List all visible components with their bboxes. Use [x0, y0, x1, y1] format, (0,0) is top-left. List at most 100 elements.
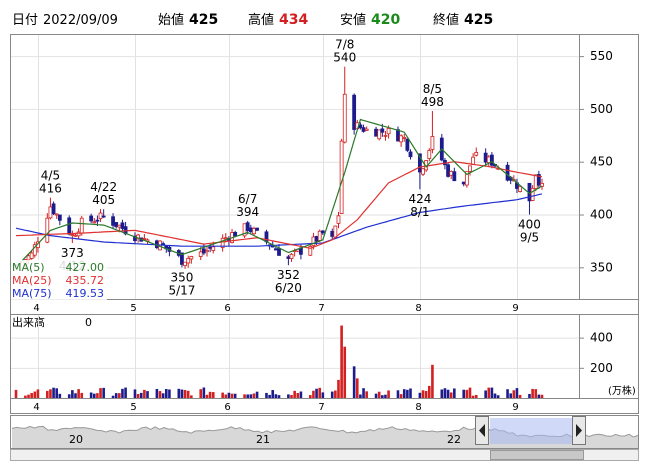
candle-body	[446, 164, 450, 177]
volume-bar	[96, 393, 99, 398]
volume-bar	[164, 389, 168, 398]
price-y-tick-label: 400	[590, 208, 613, 222]
price-panel	[10, 34, 639, 300]
volume-bar	[36, 389, 40, 398]
volume-bar	[71, 390, 74, 398]
volume-bar	[58, 393, 62, 398]
volume-bar	[121, 388, 124, 398]
volume-bar	[355, 378, 359, 398]
candle-body	[452, 171, 457, 182]
volume-bar	[114, 393, 118, 398]
volume-bar	[384, 394, 387, 398]
volume-x-tick-label: 8	[415, 402, 421, 413]
candle-body	[449, 171, 454, 176]
annotation-price: 416	[39, 182, 62, 196]
close-label: 終値	[433, 12, 459, 28]
volume-bar	[133, 389, 137, 398]
annotation-date: 6/7	[238, 192, 257, 206]
volume-bar	[290, 394, 293, 398]
volume-bar	[506, 389, 509, 398]
candle-body	[120, 222, 125, 229]
annotation-price: 350	[170, 270, 193, 284]
volume-bar	[271, 390, 275, 398]
candle-body	[245, 222, 250, 231]
volume-bar	[406, 389, 409, 398]
volume-bar	[277, 395, 281, 398]
volume-value: 0	[85, 316, 92, 329]
date-label: 日付	[12, 13, 38, 28]
candle-body	[333, 225, 338, 238]
volume-bar	[67, 394, 71, 398]
candle-body	[73, 234, 78, 237]
candle-body	[286, 256, 291, 259]
volume-bar	[396, 390, 400, 398]
volume-bar	[77, 389, 80, 398]
volume-bar	[186, 390, 190, 398]
candle-body	[92, 221, 97, 224]
volume-bar	[474, 394, 478, 398]
volume-bar	[468, 387, 472, 398]
volume-bar	[230, 393, 234, 398]
annotation-price: 394	[236, 205, 259, 219]
annotation-price: 352	[277, 268, 300, 282]
price-x-tick-label: 6	[224, 303, 230, 314]
volume-bar	[14, 389, 18, 398]
volume-x-tick-label: 7	[318, 402, 324, 413]
volume-bar	[409, 388, 412, 398]
navigator-selection[interactable]	[490, 418, 573, 444]
candle-body	[48, 206, 53, 219]
open-label: 始値	[158, 12, 184, 28]
volume-bar	[427, 385, 431, 398]
candle-body	[57, 214, 62, 221]
candle-body	[399, 135, 404, 143]
navigator-right-handle[interactable]	[572, 416, 586, 445]
annotation-date: 8/1	[410, 205, 429, 219]
ma75-value: 419.53	[66, 287, 105, 300]
annotation-date: 5/17	[168, 283, 195, 297]
candle-body	[45, 217, 50, 243]
volume-bar	[387, 390, 390, 398]
high-value: 434	[279, 12, 308, 28]
candle-body	[51, 203, 56, 215]
volume-bar	[99, 388, 102, 398]
volume-bar	[484, 390, 487, 398]
volume-x-tick-label: 9	[512, 402, 518, 413]
price-x-tick-label: 5	[130, 303, 136, 314]
candle-body	[211, 246, 216, 251]
volume-unit: (万株)	[608, 384, 636, 397]
volume-bar	[46, 390, 49, 398]
volume-bar	[443, 388, 447, 398]
candle-body	[320, 230, 325, 234]
ma25-value: 435.72	[66, 274, 105, 287]
volume-bar	[89, 392, 93, 398]
ma-legend: MA(5) 427.00 MA(25) 435.72 MA(75) 419.53	[11, 260, 107, 300]
candle-body	[490, 154, 494, 166]
candle-body	[518, 186, 522, 192]
open-value: 425	[189, 12, 218, 28]
volume-bar	[462, 389, 466, 398]
volume-bar	[446, 389, 450, 398]
volume-bar	[199, 389, 203, 398]
annotation-price: 405	[92, 193, 115, 207]
high-label: 高値	[248, 12, 274, 28]
volume-bar	[399, 394, 403, 398]
volume-y-tick-label: 200	[590, 361, 613, 375]
volume-bar	[92, 393, 96, 398]
volume-bar	[233, 393, 237, 398]
volume-bar	[515, 388, 519, 398]
volume-bar	[146, 391, 149, 398]
volume-bar	[208, 391, 212, 398]
price-y-tick-label: 450	[590, 155, 613, 169]
navigator-year-label: 20	[69, 433, 83, 446]
volume-title: 出来高	[12, 315, 45, 329]
volume-x-tick-label: 6	[224, 402, 230, 413]
candle-body	[201, 248, 206, 254]
volume-bar	[534, 389, 538, 398]
annotation-price: 373	[61, 246, 84, 260]
navigator-left-handle[interactable]	[475, 416, 489, 445]
candle-body	[223, 237, 228, 240]
volume-bar	[315, 388, 318, 398]
scrollbar-thumb[interactable]	[490, 450, 584, 460]
volume-bar	[49, 389, 52, 398]
volume-bar	[227, 392, 231, 398]
